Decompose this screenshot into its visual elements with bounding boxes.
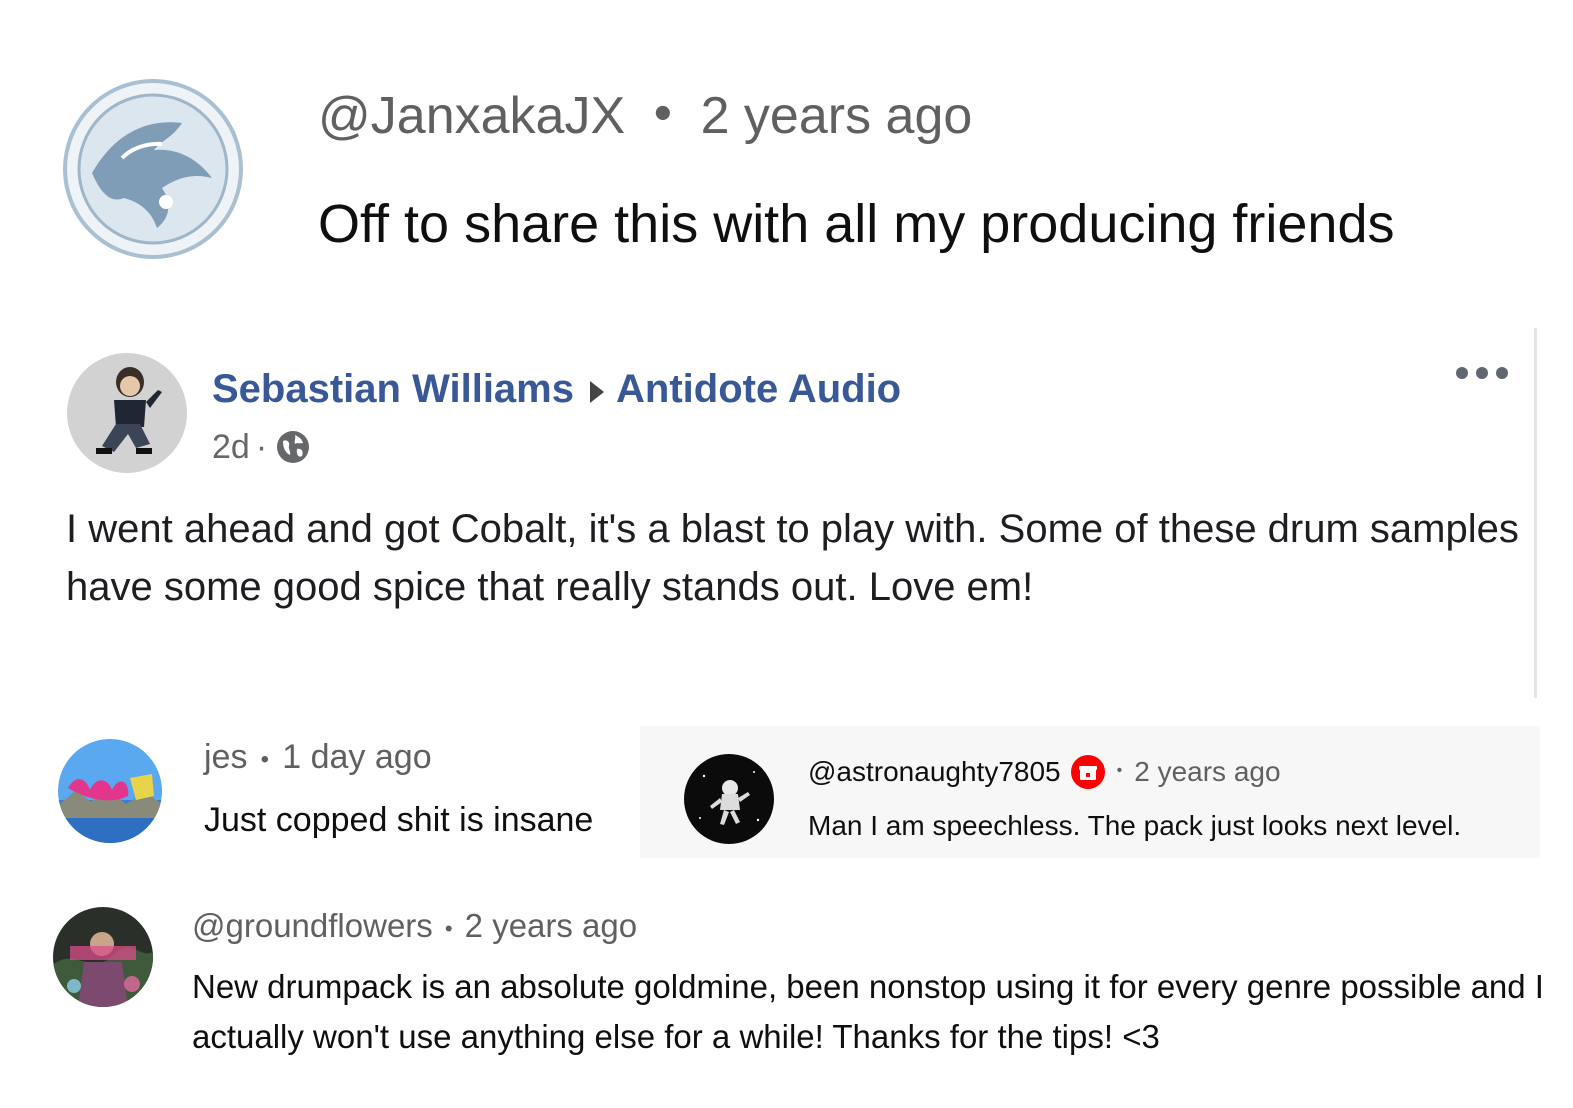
post-time[interactable]: 2d xyxy=(212,426,250,468)
more-options-icon xyxy=(1456,367,1468,379)
caret-right-icon xyxy=(590,381,604,403)
post-header: Sebastian Williams Antidote Audio xyxy=(212,364,901,414)
avatar[interactable] xyxy=(62,78,244,260)
comment-time[interactable]: 1 day ago xyxy=(282,738,431,776)
comment-author[interactable]: @astronaughty7805 xyxy=(808,752,1061,792)
separator-dot: • xyxy=(444,915,453,941)
globe-icon[interactable] xyxy=(275,429,311,465)
post-subtitle: 2d · xyxy=(212,426,311,468)
avatar[interactable] xyxy=(684,754,774,844)
comment-meta: @JanxakaJX • 2 years ago xyxy=(318,84,973,146)
more-options-icon xyxy=(1476,367,1488,379)
comment-meta: @astronaughty7805 • 2 years ago xyxy=(808,752,1281,792)
more-options-button[interactable] xyxy=(1456,362,1508,384)
avatar[interactable] xyxy=(52,906,154,1008)
separator-dot: • xyxy=(1116,762,1123,780)
post-text: I went ahead and got Cobalt, it's a blas… xyxy=(66,507,1519,609)
page-link[interactable]: Antidote Audio xyxy=(616,367,901,411)
avatar[interactable] xyxy=(66,352,188,474)
separator-dot: • xyxy=(653,84,672,143)
comment-meta: jes • 1 day ago xyxy=(204,736,432,782)
divider xyxy=(1534,328,1537,698)
more-options-icon xyxy=(1496,367,1508,379)
comment-text: New drumpack is an absolute goldmine, be… xyxy=(192,968,1544,1055)
comment-meta: @groundflowers • 2 years ago xyxy=(192,904,637,952)
separator-dot: · xyxy=(255,428,268,466)
comment-text: Just copped shit is insane xyxy=(204,801,594,839)
comment-author[interactable]: @JanxakaJX xyxy=(318,87,625,145)
comment-text: Man I am speechless. The pack just looks… xyxy=(808,810,1462,841)
post-author-link[interactable]: Sebastian Williams xyxy=(212,367,574,411)
avatar[interactable] xyxy=(56,738,164,844)
comment-time[interactable]: 2 years ago xyxy=(701,87,973,145)
gift-badge-icon xyxy=(1070,755,1105,789)
comment-time[interactable]: 2 years ago xyxy=(465,907,637,944)
comment-text: Off to share this with all my producing … xyxy=(318,194,1395,254)
comment-author[interactable]: @groundflowers xyxy=(192,907,433,944)
comment-time[interactable]: 2 years ago xyxy=(1134,752,1280,792)
comment-author[interactable]: jes xyxy=(204,738,247,776)
separator-dot: • xyxy=(260,745,270,773)
